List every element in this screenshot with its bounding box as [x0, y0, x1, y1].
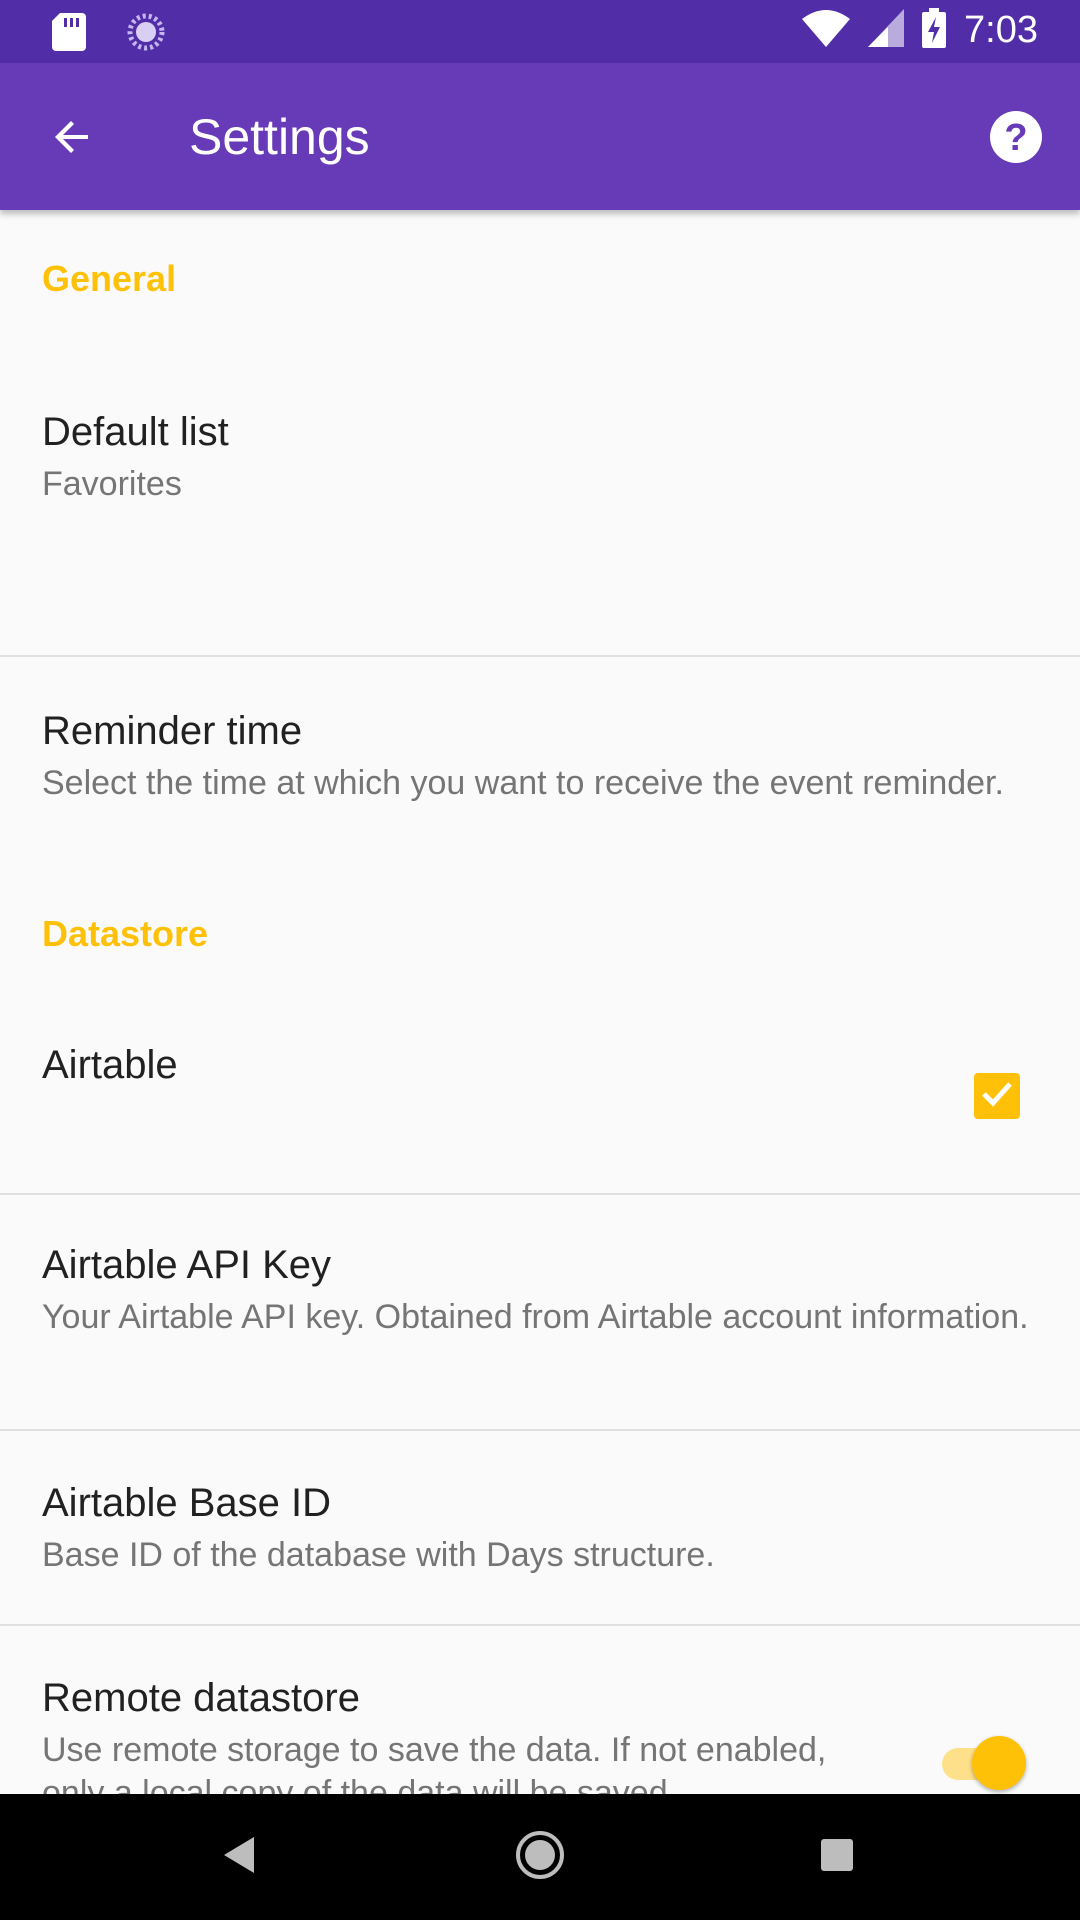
status-bar: 7:03	[0, 0, 1080, 63]
pref-title: Remote datastore	[42, 1676, 360, 1720]
sync-icon	[126, 12, 166, 57]
app-bar: Settings ?	[0, 63, 1080, 210]
pref-summary: Favorites	[42, 465, 182, 503]
settings-list: General Default list Favorites Reminder …	[0, 210, 1080, 1794]
nav-home-button[interactable]	[500, 1817, 580, 1897]
pref-airtable-base-id[interactable]: Airtable Base ID Base ID of the database…	[0, 1431, 1080, 1624]
page-title: Settings	[189, 109, 370, 165]
switch-thumb	[972, 1736, 1026, 1790]
pref-title: Airtable	[42, 1043, 178, 1087]
check-icon	[978, 1075, 1016, 1118]
wifi-icon	[802, 9, 851, 52]
pref-default-list[interactable]: Default list Favorites	[0, 328, 1080, 655]
nav-back-icon	[220, 1833, 260, 1882]
nav-home-icon	[514, 1829, 566, 1886]
remote-datastore-switch[interactable]	[942, 1736, 1028, 1792]
pref-summary: Base ID of the database with Days struct…	[42, 1536, 715, 1574]
pref-title: Airtable API Key	[42, 1243, 332, 1287]
pref-title: Default list	[42, 410, 229, 454]
nav-recents-icon	[819, 1837, 855, 1878]
pref-airtable-api-key[interactable]: Airtable API Key Your Airtable API key. …	[0, 1195, 1080, 1429]
nav-recents-button[interactable]	[797, 1817, 877, 1897]
status-clock: 7:03	[964, 9, 1038, 51]
pref-summary: Your Airtable API key. Obtained from Air…	[42, 1298, 1029, 1336]
arrow-back-icon	[48, 113, 96, 166]
section-header-general: General	[42, 258, 177, 299]
svg-text:?: ?	[1004, 117, 1027, 159]
battery-charging-icon	[922, 8, 947, 53]
pref-airtable[interactable]: Airtable	[0, 983, 1080, 1193]
help-icon: ?	[989, 110, 1043, 169]
help-button[interactable]: ?	[980, 103, 1052, 175]
sd-card-icon	[52, 13, 86, 56]
pref-summary: Select the time at which you want to rec…	[42, 764, 1004, 802]
navigation-bar	[0, 1794, 1080, 1920]
pref-summary: Use remote storage to save the data. If …	[42, 1731, 827, 1794]
pref-title: Reminder time	[42, 709, 303, 753]
nav-back-button[interactable]	[200, 1817, 280, 1897]
pref-reminder-time[interactable]: Reminder time Select the time at which y…	[0, 657, 1080, 883]
back-button[interactable]	[36, 103, 108, 175]
section-header-datastore: Datastore	[42, 913, 209, 954]
pref-title: Airtable Base ID	[42, 1481, 332, 1525]
airtable-checkbox[interactable]	[974, 1073, 1020, 1119]
cell-signal-icon	[868, 9, 905, 52]
pref-remote-datastore[interactable]: Remote datastore Use remote storage to s…	[0, 1626, 1080, 1794]
